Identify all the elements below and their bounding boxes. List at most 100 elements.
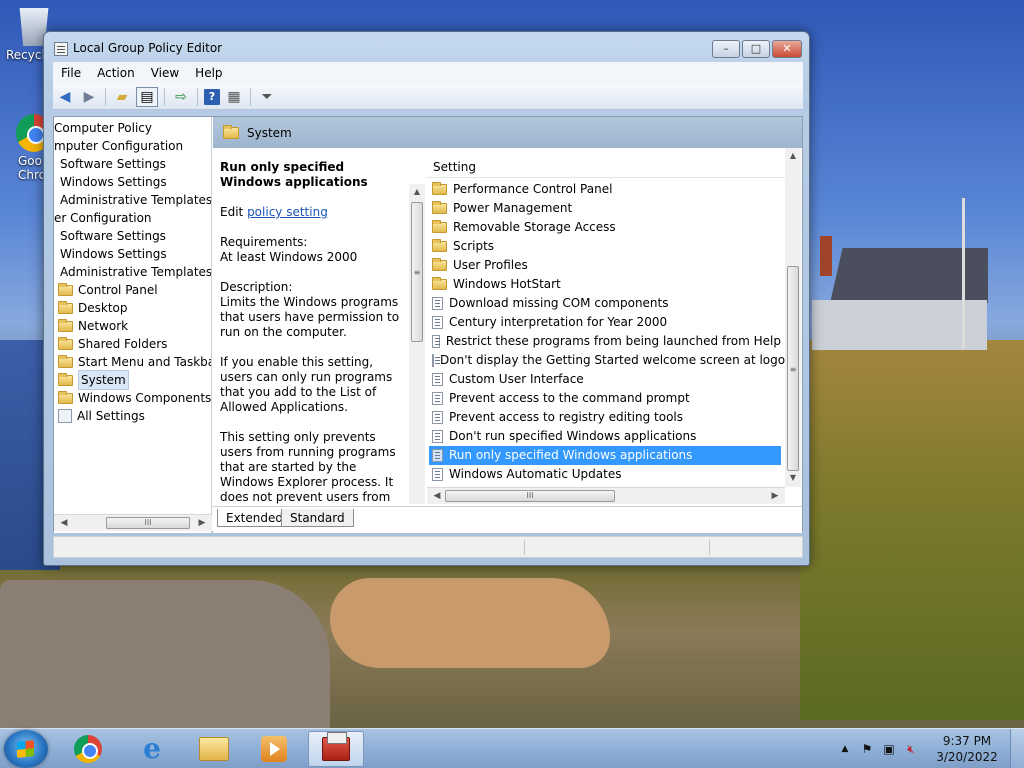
tree-item[interactable]: Computer Policy (54, 119, 152, 137)
pane-header: System (213, 117, 802, 148)
action-center-flag-icon[interactable]: ⚑ (859, 741, 875, 757)
list-item[interactable]: Restrict these programs from being launc… (429, 332, 781, 351)
tree-item[interactable]: Start Menu and Taskbar (58, 353, 212, 371)
tree-item[interactable]: System (58, 370, 129, 390)
list-item[interactable]: Custom User Interface (429, 370, 781, 389)
list-item[interactable]: Windows Automatic Updates (429, 465, 781, 484)
tree-item-label: Start Menu and Taskbar (78, 355, 212, 369)
tab-standard[interactable]: Standard (281, 509, 354, 527)
list-item[interactable]: Century interpretation for Year 2000 (429, 313, 781, 332)
tree-item[interactable]: Desktop (58, 299, 128, 317)
list-item[interactable]: Download missing COM components (429, 294, 781, 313)
forward-arrow-icon[interactable]: ▶ (79, 87, 99, 107)
list-item[interactable]: Don't display the Getting Started welcom… (429, 351, 793, 370)
folder-icon (58, 390, 73, 404)
list-item-label: Windows Automatic Updates (449, 467, 622, 481)
system-clock[interactable]: 9:37 PM 3/20/2022 (928, 733, 1006, 765)
tree-item-label: Network (78, 319, 129, 333)
tree-item[interactable]: Network (58, 317, 128, 335)
taskbar-windows-explorer[interactable] (186, 731, 242, 767)
list-item[interactable]: Performance Control Panel (429, 180, 781, 199)
close-button[interactable]: ✕ (772, 40, 802, 58)
scroll-thumb[interactable]: III (445, 490, 615, 502)
list-item[interactable]: Windows HotStart (429, 275, 781, 294)
list-item[interactable]: Prevent access to the command prompt (429, 389, 781, 408)
tree-item-label: Software Settings (60, 157, 166, 171)
tree-horizontal-scrollbar[interactable]: ◀ III ▶ (54, 514, 212, 531)
list-item-label: Scripts (453, 239, 495, 253)
list-item[interactable]: Don't run specified Windows applications (429, 427, 781, 446)
desktop-wallpaper-flagpole (962, 198, 965, 348)
scroll-right-arrow-icon[interactable]: ▶ (194, 515, 210, 531)
group-policy-editor-window: Local Group Policy Editor – □ ✕ File Act… (43, 31, 810, 566)
column-header-setting[interactable]: Setting (427, 156, 785, 178)
taskbar-chrome[interactable] (60, 731, 116, 767)
menu-file[interactable]: File (53, 66, 89, 80)
list-item[interactable]: Power Management (429, 199, 781, 218)
taskbar-group-policy-editor[interactable] (308, 731, 364, 767)
scroll-up-arrow-icon[interactable]: ▲ (409, 184, 425, 200)
tree-item[interactable]: er Configuration (54, 209, 152, 227)
tree-item[interactable]: Windows Settings (60, 245, 167, 263)
scroll-down-arrow-icon[interactable]: ▼ (785, 470, 801, 486)
back-arrow-icon[interactable]: ◀ (55, 87, 75, 107)
description-vertical-scrollbar[interactable]: ▲ ≡ (409, 184, 425, 504)
taskbar-media-player[interactable] (246, 731, 302, 767)
list-item-label: Don't run specified Windows applications (449, 429, 697, 443)
tree-item-label: Control Panel (78, 283, 158, 297)
tree-item[interactable]: Software Settings (60, 155, 166, 173)
export-list-icon[interactable]: ⇨ (171, 87, 191, 107)
tree-item[interactable]: Administrative Templates (60, 263, 212, 281)
up-one-level-icon[interactable]: ▰ (112, 87, 132, 107)
policy-setting-icon (432, 449, 443, 462)
list-item[interactable]: Removable Storage Access (429, 218, 781, 237)
scroll-thumb[interactable]: ≡ (787, 266, 799, 471)
tree-item[interactable]: Software Settings (60, 227, 166, 245)
tree-item[interactable]: Control Panel (58, 281, 158, 299)
taskbar-internet-explorer[interactable]: e (124, 731, 180, 767)
folder-icon (432, 258, 447, 271)
show-desktop-button[interactable] (1010, 729, 1024, 768)
chrome-icon (74, 735, 102, 763)
start-button[interactable] (4, 730, 48, 768)
volume-muted-icon[interactable]: 🔇︎ (903, 741, 919, 757)
tree-item[interactable]: All Settings (58, 407, 145, 425)
tree-item-label: All Settings (77, 409, 145, 423)
scroll-thumb[interactable]: III (106, 517, 190, 529)
menu-view[interactable]: View (143, 66, 187, 80)
folder-icon (432, 182, 447, 195)
tree-item[interactable]: Shared Folders (58, 335, 167, 353)
menu-action[interactable]: Action (89, 66, 143, 80)
title-bar[interactable]: Local Group Policy Editor – □ ✕ (44, 32, 809, 62)
network-icon[interactable]: ▣ (881, 741, 897, 757)
show-hide-console-tree-icon[interactable]: ▤ (136, 86, 158, 107)
policy-setting-link[interactable]: policy setting (247, 205, 328, 219)
scroll-right-arrow-icon[interactable]: ▶ (767, 488, 783, 504)
list-item-label: User Profiles (453, 258, 528, 272)
tree-item-label: Administrative Templates (60, 265, 212, 279)
tree-item[interactable]: Administrative Templates (60, 191, 211, 209)
list-item[interactable]: User Profiles (429, 256, 781, 275)
minimize-button[interactable]: – (712, 40, 740, 58)
tree-item[interactable]: Windows Settings (60, 173, 167, 191)
folder-icon (58, 354, 73, 368)
scroll-left-arrow-icon[interactable]: ◀ (56, 515, 72, 531)
list-item[interactable]: Run only specified Windows applications (429, 446, 781, 465)
list-horizontal-scrollbar[interactable]: ◀ III ▶ (427, 487, 785, 504)
filter-icon[interactable]: ⏷ (257, 87, 277, 107)
properties-icon[interactable]: ▦ (224, 87, 244, 107)
tree-item[interactable]: Windows Components (58, 389, 211, 407)
list-item[interactable]: Scripts (429, 237, 781, 256)
scroll-thumb[interactable]: ≡ (411, 202, 423, 342)
description-paragraph: This setting only prevents users from ru… (220, 430, 396, 506)
list-vertical-scrollbar[interactable]: ▲ ≡ ▼ (785, 148, 801, 487)
settings-list: Setting Performance Control Panel Power M… (427, 148, 802, 506)
tree-item[interactable]: mputer Configuration (54, 137, 183, 155)
maximize-button[interactable]: □ (742, 40, 770, 58)
show-hidden-icons-arrow-icon[interactable]: ▲ (837, 741, 853, 757)
help-icon[interactable]: ? (204, 88, 220, 105)
menu-help[interactable]: Help (187, 66, 230, 80)
scroll-left-arrow-icon[interactable]: ◀ (429, 488, 445, 504)
list-item[interactable]: Prevent access to registry editing tools (429, 408, 781, 427)
scroll-up-arrow-icon[interactable]: ▲ (785, 148, 801, 164)
